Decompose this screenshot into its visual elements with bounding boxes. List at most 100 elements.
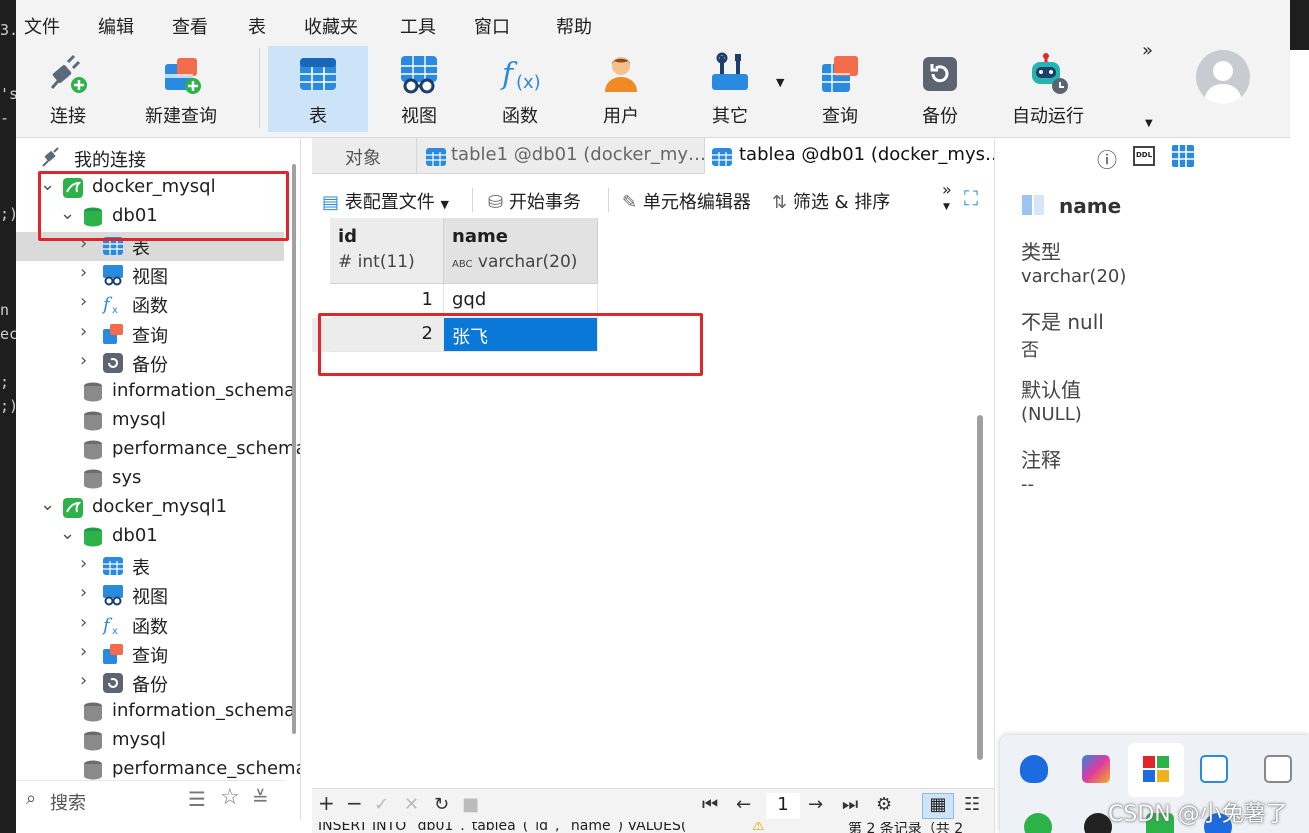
- collapse-icon[interactable]: ≚: [252, 786, 269, 810]
- tab-tablea[interactable]: tablea @db01 (docker_mys…: [704, 138, 994, 174]
- tree-node-database-gray[interactable]: mysql: [16, 727, 284, 756]
- tab-objects-label: 对象: [345, 148, 381, 169]
- tree-node-database-gray[interactable]: mysql: [16, 407, 284, 436]
- tree-node-backup[interactable]: › 备份: [16, 349, 284, 378]
- tree-node-query[interactable]: › 查询: [16, 320, 284, 349]
- column-header-name[interactable]: name ABC varchar(20): [444, 218, 598, 284]
- database-gray-icon: [84, 702, 102, 722]
- chevron-right-icon[interactable]: ›: [80, 350, 87, 371]
- menu-window[interactable]: 窗口: [474, 13, 510, 39]
- screen-record-icon[interactable]: [1264, 755, 1292, 783]
- expand-icon[interactable]: ⛶: [964, 186, 978, 210]
- dropdown-arrow-icon[interactable]: ▼: [776, 76, 784, 89]
- user-icon: [605, 57, 637, 92]
- chevron-right-icon[interactable]: ›: [80, 262, 87, 283]
- new-query-button[interactable]: 新建查询: [128, 46, 234, 132]
- menu-view[interactable]: 查看: [172, 13, 208, 39]
- tree-node-mysql-connection[interactable]: ⌄ docker_mysql1: [16, 494, 284, 523]
- filter-icon[interactable]: ☰: [188, 787, 206, 811]
- tree-node-query[interactable]: › 查询: [16, 640, 284, 669]
- other-button[interactable]: 其它 ▼: [680, 46, 784, 132]
- chevron-right-icon[interactable]: ›: [80, 582, 87, 603]
- cell-editor-button[interactable]: ✎ 单元格编辑器: [622, 188, 751, 214]
- tree-node-database-gray[interactable]: information_schema: [16, 378, 295, 407]
- query-button[interactable]: 查询: [792, 46, 888, 132]
- function-button[interactable]: f (x) 函数: [472, 46, 568, 132]
- next-page-icon[interactable]: →: [808, 794, 823, 815]
- menu-table[interactable]: 表: [248, 13, 266, 39]
- connect-button[interactable]: 连接: [30, 46, 106, 132]
- subtoolbar-overflow-icon[interactable]: »: [942, 180, 952, 199]
- last-page-icon[interactable]: ⏭: [842, 794, 858, 815]
- chevron-right-icon[interactable]: ›: [80, 291, 87, 312]
- table-button[interactable]: 表: [268, 46, 368, 132]
- tree-node-backup[interactable]: › 备份: [16, 669, 284, 698]
- grid-view-icon[interactable]: ▦: [922, 793, 954, 819]
- tree-node-view[interactable]: › 视图: [16, 581, 284, 610]
- chevron-down-icon[interactable]: ⌄: [40, 494, 55, 515]
- tree-node-view[interactable]: › 视图: [16, 261, 284, 290]
- menu-file[interactable]: 文件: [24, 13, 60, 39]
- discard-cross-icon[interactable]: ✕: [404, 794, 419, 815]
- subtoolbar-overflow-dropdown-icon[interactable]: ▼: [943, 202, 950, 212]
- user-button[interactable]: 用户: [574, 46, 668, 132]
- m365-icon[interactable]: [1082, 755, 1110, 783]
- form-view-icon[interactable]: ☷: [964, 794, 980, 815]
- prev-page-icon[interactable]: ←: [736, 794, 751, 815]
- menu-tools[interactable]: 工具: [400, 13, 436, 39]
- chevron-right-icon[interactable]: ›: [80, 321, 87, 342]
- kingsoft-icon[interactable]: [1142, 755, 1170, 783]
- grid-scrollbar[interactable]: [977, 415, 983, 760]
- tab-table1[interactable]: table1 @db01 (docker_my…: [416, 138, 704, 174]
- chevron-right-icon[interactable]: ›: [80, 612, 87, 633]
- begin-transaction-button[interactable]: ⛁ 开始事务: [488, 188, 581, 214]
- tree-node-label: performance_schema: [112, 437, 301, 459]
- chevron-down-icon[interactable]: ⌄: [60, 523, 75, 544]
- auto-run-button[interactable]: 自动运行: [998, 46, 1098, 132]
- toolbar-overflow-dropdown-icon[interactable]: ▼: [1145, 118, 1153, 129]
- star-icon[interactable]: ☆: [220, 785, 240, 810]
- table-config-button[interactable]: ▤ 表配置文件 ▼: [322, 188, 449, 214]
- tree-node-function[interactable]: › f x 函数: [16, 611, 284, 640]
- avatar[interactable]: [1196, 50, 1250, 104]
- info-icon[interactable]: ⓘ: [1097, 144, 1117, 173]
- menu-edit[interactable]: 编辑: [98, 13, 134, 39]
- chevron-right-icon[interactable]: ›: [80, 670, 87, 691]
- menu-help[interactable]: 帮助: [556, 13, 592, 39]
- vmware-icon[interactable]: [1200, 755, 1228, 783]
- page-number-input[interactable]: 1: [766, 793, 800, 819]
- tree-node-function[interactable]: › f x 函数: [16, 290, 284, 319]
- view-button[interactable]: 视图: [372, 46, 466, 132]
- tree-node-database-gray[interactable]: information_schema: [16, 698, 295, 727]
- sidebar-scrollbar[interactable]: [292, 164, 296, 734]
- prop-comment-value: --: [1021, 474, 1034, 495]
- first-page-icon[interactable]: ⏮: [702, 794, 718, 815]
- tree-node-table[interactable]: › 表: [16, 552, 284, 581]
- toolbar-overflow-icon[interactable]: »: [1142, 40, 1153, 61]
- column-header-id[interactable]: id # int(11): [330, 218, 444, 284]
- tree-node-database-gray[interactable]: sys: [16, 465, 284, 494]
- wechat-icon[interactable]: [1024, 813, 1052, 833]
- apply-check-icon[interactable]: ✓: [374, 794, 389, 815]
- tree-node-database-gray[interactable]: performance_schema: [16, 436, 300, 465]
- delete-row-icon[interactable]: −: [346, 791, 363, 815]
- tab-objects[interactable]: 对象: [312, 138, 414, 174]
- field-name: name: [1059, 194, 1122, 218]
- add-row-icon[interactable]: +: [318, 791, 335, 815]
- query-icon: [103, 323, 123, 344]
- stop-icon[interactable]: ■: [462, 794, 479, 815]
- settings-gear-icon[interactable]: ⚙: [876, 794, 892, 815]
- refresh-icon[interactable]: ↻: [434, 794, 449, 815]
- search-input[interactable]: 搜索: [50, 789, 86, 815]
- filter-sort-button[interactable]: ⇅ 筛选 & 排序: [772, 188, 890, 214]
- tree-node-database[interactable]: ⌄ db01: [16, 523, 284, 552]
- toolbar-separator: [608, 188, 609, 212]
- chevron-right-icon[interactable]: ›: [80, 553, 87, 574]
- menu-favorites[interactable]: 收藏夹: [304, 13, 358, 39]
- ddl-icon[interactable]: DDL: [1133, 146, 1155, 166]
- chevron-right-icon[interactable]: ›: [80, 641, 87, 662]
- grid-layout-icon[interactable]: [1171, 144, 1195, 168]
- security-shield-icon[interactable]: [1020, 755, 1048, 783]
- backup-button[interactable]: 备份: [892, 46, 988, 132]
- tree-node-label: 表: [132, 558, 150, 580]
